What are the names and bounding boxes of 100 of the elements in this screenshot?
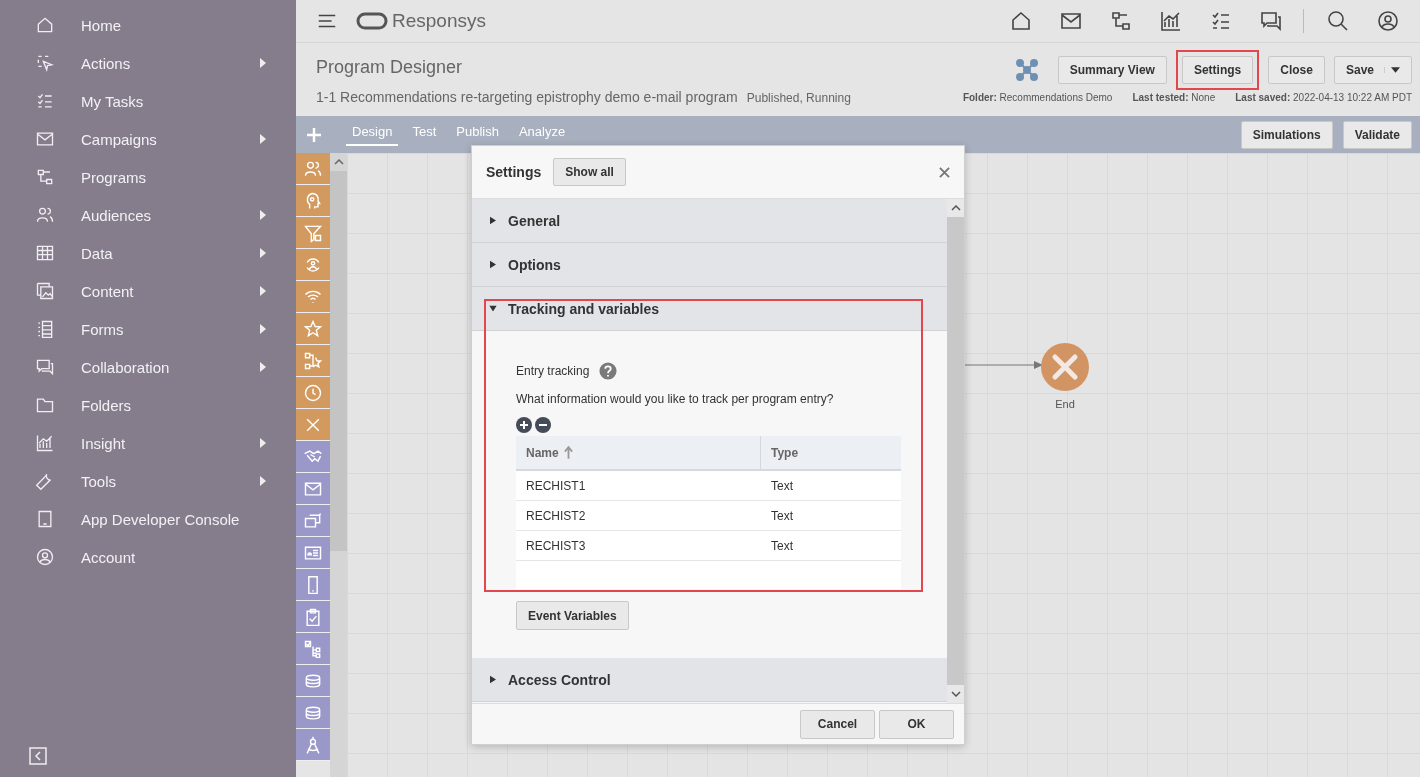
expand-icon	[488, 305, 498, 312]
sidebar-item[interactable]: Programs	[0, 158, 296, 196]
header-button[interactable]: Summary View	[1057, 56, 1167, 84]
sidebar-item[interactable]: Content	[0, 272, 296, 310]
flowchart-icon	[35, 167, 55, 187]
toolbar-tab[interactable]: Analyze	[512, 119, 572, 146]
section-header[interactable]: Tracking and variables	[472, 287, 947, 331]
collapse-sidebar-icon[interactable]	[29, 747, 47, 765]
sidebar-item[interactable]: Actions	[0, 44, 296, 82]
table-cell-text: Text	[770, 477, 793, 495]
palette-tile[interactable]	[296, 409, 330, 441]
column-header[interactable]: Name	[516, 436, 761, 469]
scrollbar-thumb[interactable]	[330, 171, 347, 551]
help-icon[interactable]	[599, 362, 618, 380]
sidebar-item[interactable]: Forms	[0, 310, 296, 348]
page-title: Program Designer	[316, 57, 464, 78]
dotted-cursor-icon	[35, 53, 55, 73]
palette-tile[interactable]	[296, 569, 330, 601]
home-icon	[35, 15, 55, 35]
palette-tile[interactable]	[296, 697, 330, 729]
show-all-button[interactable]: Show all	[553, 158, 626, 186]
sidebar-item[interactable]: Insight	[0, 424, 296, 462]
sidebar-item[interactable]: Home	[0, 6, 296, 44]
close-icon[interactable]	[939, 166, 950, 178]
save-button[interactable]: Save	[1333, 56, 1412, 84]
expand-icon	[490, 260, 496, 269]
sidebar-item[interactable]: Folders	[0, 386, 296, 424]
clipboard-icon	[303, 606, 323, 627]
scrollbar-thumb[interactable]	[947, 217, 964, 685]
palette-tile[interactable]	[296, 345, 330, 377]
sidebar-item[interactable]: Audiences	[0, 196, 296, 234]
user-icon[interactable]	[1376, 9, 1400, 33]
palette-tile[interactable]	[296, 505, 330, 537]
toolbar-button[interactable]: Validate	[1342, 120, 1412, 149]
sidebar-item[interactable]: My Tasks	[0, 82, 296, 120]
header-button[interactable]: Close	[1268, 56, 1325, 84]
dialog-button[interactable]: OK	[879, 709, 954, 739]
flowchart-icon[interactable]	[1109, 9, 1133, 33]
logo-icon	[356, 11, 388, 31]
column-header[interactable]: Type	[761, 436, 799, 469]
program-name: 1-1 Recommendations re-targeting epistrophy demo e-mail program	[316, 89, 738, 105]
app-name: Responsys	[392, 10, 486, 32]
sidebar-item[interactable]: App Developer Console	[0, 500, 296, 538]
home-icon[interactable]	[1009, 9, 1033, 33]
event-variables-button[interactable]: Event Variables	[516, 601, 629, 630]
palette-tile[interactable]	[296, 281, 330, 313]
table-cell-text: Text	[770, 537, 793, 555]
sidebar-item[interactable]: Account	[0, 538, 296, 576]
section-header[interactable]: Access Control	[472, 658, 947, 702]
sidebar-item[interactable]: Data	[0, 234, 296, 272]
meta-info: Last saved: 2022-04-13 10:22 AM PDT	[1235, 92, 1412, 103]
program-status: Published, Running	[746, 91, 851, 105]
scroll-up-icon[interactable]	[950, 205, 961, 211]
palette-tile[interactable]	[296, 633, 330, 665]
add-icon[interactable]	[516, 417, 532, 433]
palette-tile[interactable]	[296, 153, 330, 185]
palette-tile[interactable]	[296, 249, 330, 281]
remove-icon[interactable]	[535, 417, 551, 433]
sidebar-item[interactable]: Campaigns	[0, 120, 296, 158]
dialog-button[interactable]: Cancel	[800, 709, 875, 739]
section-header[interactable]: General	[472, 199, 947, 243]
palette-tile[interactable]	[296, 601, 330, 633]
chart-icon[interactable]	[1159, 9, 1183, 33]
windows-icon	[303, 510, 323, 531]
toolbar-tab[interactable]: Test	[406, 119, 443, 146]
toolbar-tab[interactable]: Design	[346, 119, 399, 146]
checklist-tree-icon	[303, 638, 323, 659]
question-text: What information would you like to track per program entry?	[516, 392, 834, 406]
end-node[interactable]	[1040, 342, 1090, 392]
palette-tile[interactable]	[296, 473, 330, 505]
palette-tile[interactable]	[296, 313, 330, 345]
toolbar-button[interactable]: Simulations	[1240, 120, 1333, 149]
chat-icon[interactable]	[1259, 9, 1283, 33]
user-icon	[35, 547, 55, 567]
scroll-up-icon[interactable]	[333, 159, 344, 165]
caret-icon	[1384, 67, 1400, 73]
scroll-down-icon[interactable]	[950, 691, 961, 697]
meta-info: Last tested: None	[1132, 92, 1216, 103]
search-icon[interactable]	[1326, 9, 1350, 33]
toolbar-tab[interactable]: Publish	[450, 119, 505, 146]
clock-icon	[303, 382, 323, 403]
palette-tile[interactable]	[296, 185, 330, 217]
expand-icon	[490, 216, 496, 225]
palette-tile[interactable]	[296, 665, 330, 697]
sidebar-item[interactable]: Tools	[0, 462, 296, 500]
palette-tile[interactable]	[296, 377, 330, 409]
dialog-title: Settings	[486, 164, 542, 180]
palette-tile[interactable]	[296, 441, 330, 473]
section-header[interactable]: Options	[472, 243, 947, 287]
table-cell-text: RECHIST1	[525, 477, 587, 495]
palette-tile[interactable]	[296, 537, 330, 569]
node-label: End	[1055, 398, 1075, 410]
table-icon	[35, 243, 55, 263]
network-icon[interactable]	[1014, 58, 1039, 82]
palette-tile[interactable]	[296, 217, 330, 249]
palette-tile[interactable]	[296, 729, 330, 761]
header-button[interactable]: Settings	[1181, 56, 1254, 84]
table-cell-text: Text	[770, 507, 793, 525]
sidebar-item[interactable]: Collaboration	[0, 348, 296, 386]
table-cell-text: RECHIST3	[525, 537, 587, 555]
